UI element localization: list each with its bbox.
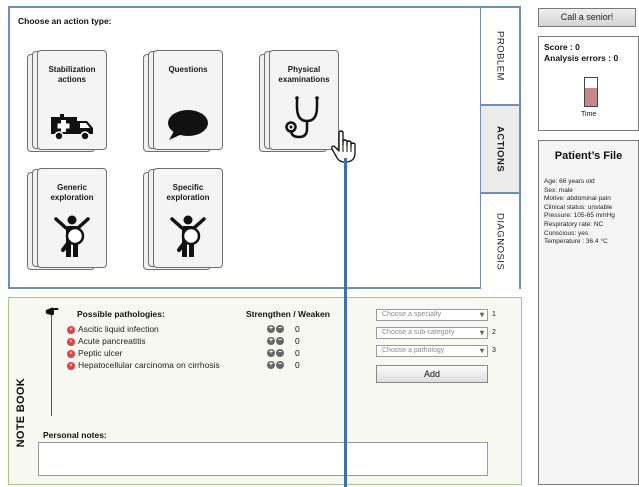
select-placeholder: Choose a pathology — [382, 347, 445, 354]
score-text: Score : 0 — [544, 42, 580, 52]
tab-actions[interactable]: ACTIONS — [481, 106, 519, 194]
tab-label: ACTIONS — [494, 125, 506, 173]
chevron-down-icon: ▾ — [479, 328, 484, 337]
drag-line — [344, 158, 347, 487]
patient-age: Age: 66 years old — [544, 178, 595, 185]
timer-label: Time — [581, 111, 597, 118]
notebook-label: NOTE BOOK — [15, 378, 27, 448]
ambulance-icon — [51, 114, 93, 141]
tab-label: PROBLEM — [494, 31, 506, 81]
select-placeholder: Choose a sub-category — [382, 329, 455, 336]
strengthen-weaken-controls: + − — [267, 325, 284, 333]
score-box: Score : 0 Analysis errors : 0 Time — [538, 36, 639, 131]
card-title: Physical examinations — [278, 65, 330, 84]
remove-pathology-button[interactable]: × — [67, 338, 75, 346]
remove-pathology-button[interactable]: × — [67, 362, 75, 370]
patient-motive: Motive: abdominal pain — [544, 195, 611, 203]
patient-file: Patient’s File Age: 66 years old Sex: ma… — [538, 140, 639, 485]
strengthen-weaken-controls: + − — [267, 361, 284, 369]
pathology-row: × Acute pancreatitis + − 0 — [67, 336, 347, 348]
card-title: Stabilization actions — [48, 65, 96, 84]
weaken-button[interactable]: − — [276, 337, 284, 345]
step-number: 2 — [492, 329, 496, 336]
notebook: NOTE BOOK Possible pathologies: Strength… — [8, 297, 522, 485]
step-number: 1 — [492, 311, 496, 318]
remove-pathology-button[interactable]: × — [67, 350, 75, 358]
card-specific-exploration[interactable]: Specific exploration — [140, 164, 224, 270]
pathology-name: Hepatocellular carcinoma on cirrhosis — [78, 360, 220, 370]
pathology-name: Ascitic liquid infection — [78, 324, 159, 334]
card-physical-examinations[interactable]: Physical examinations — [256, 46, 340, 152]
strengthen-weaken-heading: Strengthen / Weaken — [246, 309, 330, 319]
patient-pressure: Pressure: 105-65 mmHg — [544, 212, 615, 220]
remove-pathology-button[interactable]: × — [67, 326, 75, 334]
tab-problem[interactable]: PROBLEM — [481, 8, 519, 106]
pointing-hand-icon — [45, 307, 59, 316]
strengthen-weaken-controls: + − — [267, 337, 284, 345]
analysis-errors-text: Analysis errors : 0 — [544, 53, 619, 63]
step-number: 3 — [492, 347, 496, 354]
call-senior-button[interactable]: Call a senior! — [538, 8, 636, 27]
pathology-score: 0 — [295, 336, 300, 346]
notebook-divider — [51, 310, 52, 416]
chevron-down-icon: ▾ — [479, 310, 484, 319]
weaken-button[interactable]: − — [276, 361, 284, 369]
pathology-row: × Peptic ulcer + − 0 — [67, 348, 347, 360]
add-pathology-button[interactable]: Add — [376, 365, 488, 383]
card-generic-exploration[interactable]: Generic exploration — [24, 164, 108, 270]
chevron-down-icon: ▾ — [479, 346, 484, 355]
pathology-score: 0 — [295, 348, 300, 358]
timer-fill — [585, 87, 597, 106]
card-title: Specific exploration — [166, 183, 210, 202]
weaken-button[interactable]: − — [276, 325, 284, 333]
card-title: Questions — [168, 65, 208, 74]
pathology-select[interactable]: Choose a pathology ▾ — [376, 345, 488, 357]
strengthen-weaken-controls: + − — [267, 349, 284, 357]
tab-diagnosis[interactable]: DIAGNOSIS — [481, 194, 519, 289]
side-tabs: PROBLEM ACTIONS DIAGNOSIS — [481, 6, 521, 289]
personal-notes-label: Personal notes: — [43, 430, 107, 440]
magnifier-person-icon — [170, 215, 206, 257]
patient-conscious: Conscious: yes — [544, 229, 589, 237]
patient-respiratory-rate: Respiratory rate: NC — [544, 220, 604, 228]
pathology-name: Acute pancreatitis — [78, 336, 146, 346]
card-title: Generic exploration — [50, 183, 94, 202]
pathology-score: 0 — [295, 360, 300, 370]
select-placeholder: Choose a specialty — [382, 311, 442, 318]
action-panel: Choose an action type: Stabilization act… — [8, 6, 482, 289]
tab-label: DIAGNOSIS — [494, 212, 506, 271]
speech-bubble-icon — [168, 110, 208, 140]
pathology-row: × Ascitic liquid infection + − 0 — [67, 324, 347, 336]
magnifier-person-icon — [54, 215, 90, 257]
pathologies-heading: Possible pathologies: — [77, 309, 165, 319]
card-stabilization-actions[interactable]: Stabilization actions — [24, 46, 108, 152]
patient-temperature: Temperature : 36.4 °C — [544, 238, 608, 246]
strengthen-button[interactable]: + — [267, 361, 275, 369]
timer-bar — [584, 77, 598, 107]
pathology-name: Peptic ulcer — [78, 348, 123, 358]
strengthen-button[interactable]: + — [267, 349, 275, 357]
patient-details: Age: 66 years old Sex: male Motive: abdo… — [539, 178, 638, 247]
patient-sex: Sex: male — [544, 186, 573, 194]
pathology-score: 0 — [295, 324, 300, 334]
strengthen-button[interactable]: + — [267, 325, 275, 333]
specialty-select[interactable]: Choose a specialty ▾ — [376, 309, 488, 321]
stethoscope-icon — [285, 96, 319, 139]
action-heading: Choose an action type: — [18, 16, 112, 26]
patient-file-title: Patient’s File — [554, 150, 623, 162]
sub-category-select[interactable]: Choose a sub-category ▾ — [376, 327, 488, 339]
card-questions[interactable]: Questions — [140, 46, 224, 152]
weaken-button[interactable]: − — [276, 349, 284, 357]
patient-clinical-status: Clinical status: unstable — [544, 203, 613, 211]
pathology-row: × Hepatocellular carcinoma on cirrhosis … — [67, 360, 347, 372]
personal-notes-input[interactable] — [38, 442, 488, 476]
strengthen-button[interactable]: + — [267, 337, 275, 345]
